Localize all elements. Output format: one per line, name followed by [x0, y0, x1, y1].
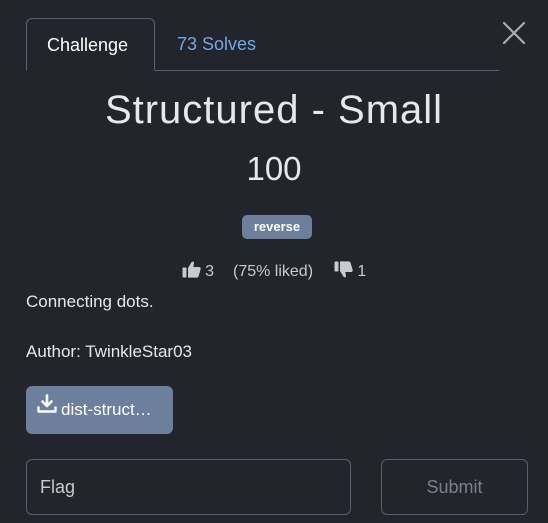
tab-challenge[interactable]: Challenge [26, 18, 155, 71]
rating-row: 3 (75% liked) 1 [0, 261, 548, 283]
tab-solves[interactable]: 73 Solves [157, 18, 276, 69]
download-icon [37, 386, 57, 433]
challenge-description: Connecting dots. [26, 292, 154, 311]
file-name: dist-struct… [61, 400, 152, 419]
thumbs-up-icon[interactable] [182, 261, 201, 283]
challenge-modal: Challenge 73 Solves Structured - Small 1… [0, 0, 548, 523]
close-icon[interactable] [500, 19, 528, 47]
challenge-points: 100 [246, 150, 302, 187]
flag-input[interactable] [26, 459, 351, 515]
thumbs-down-icon[interactable] [334, 261, 353, 283]
tab-bar: Challenge 73 Solves [26, 18, 499, 71]
category-tag: reverse [242, 215, 312, 239]
dislikes-count: 1 [357, 263, 367, 280]
download-file-button[interactable]: dist-struct… [26, 386, 173, 434]
challenge-title: Structured - Small [104, 88, 444, 132]
likes-count: 3 [205, 263, 215, 280]
liked-percent: (75% liked) [232, 263, 314, 280]
challenge-author: Author: TwinkleStar03 [26, 342, 192, 361]
submit-button[interactable]: Submit [381, 459, 528, 515]
